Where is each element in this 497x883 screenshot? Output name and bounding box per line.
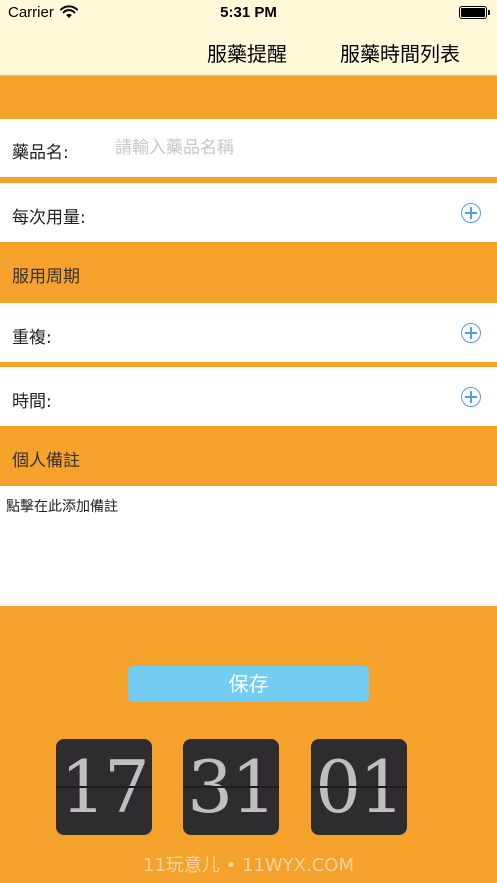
nav-bar: 服藥提醒 服藥時間列表 (0, 26, 497, 76)
medicine-name-label: 藥品名: (12, 143, 69, 163)
add-time-icon[interactable] (461, 387, 481, 407)
watermark: 11玩意儿 • 11WYX.COM (143, 855, 354, 876)
dose-label: 每次用量: (12, 208, 86, 228)
repeat-label: 重複: (12, 328, 52, 348)
status-bar: Carrier 5:31 PM (0, 0, 497, 26)
medicine-name-input[interactable] (105, 129, 475, 167)
tab-medication-schedule-list[interactable]: 服藥時間列表 (340, 38, 460, 67)
notes-placeholder: 點擊在此添加備註 (6, 499, 118, 515)
flip-clock-seconds: 01 (311, 739, 407, 835)
notes-section-header: 個人備註 (12, 451, 80, 471)
notes-textarea[interactable]: 點擊在此添加備註 (0, 486, 497, 606)
status-time: 5:31 PM (220, 4, 277, 21)
flip-clock-hours: 17 (56, 739, 152, 835)
save-button[interactable]: 保存 (128, 666, 369, 702)
battery-icon (459, 6, 490, 19)
period-section-header: 服用周期 (12, 267, 80, 287)
add-dose-icon[interactable] (461, 203, 481, 223)
dose-row[interactable]: 每次用量: (0, 183, 497, 242)
time-label: 時間: (12, 392, 52, 412)
tab-medication-reminder[interactable]: 服藥提醒 (207, 38, 287, 67)
flip-clock-minutes: 31 (183, 739, 279, 835)
repeat-row[interactable]: 重複: (0, 303, 497, 362)
medicine-name-row: 藥品名: (0, 119, 497, 177)
add-repeat-icon[interactable] (461, 323, 481, 343)
time-row[interactable]: 時間: (0, 367, 497, 426)
